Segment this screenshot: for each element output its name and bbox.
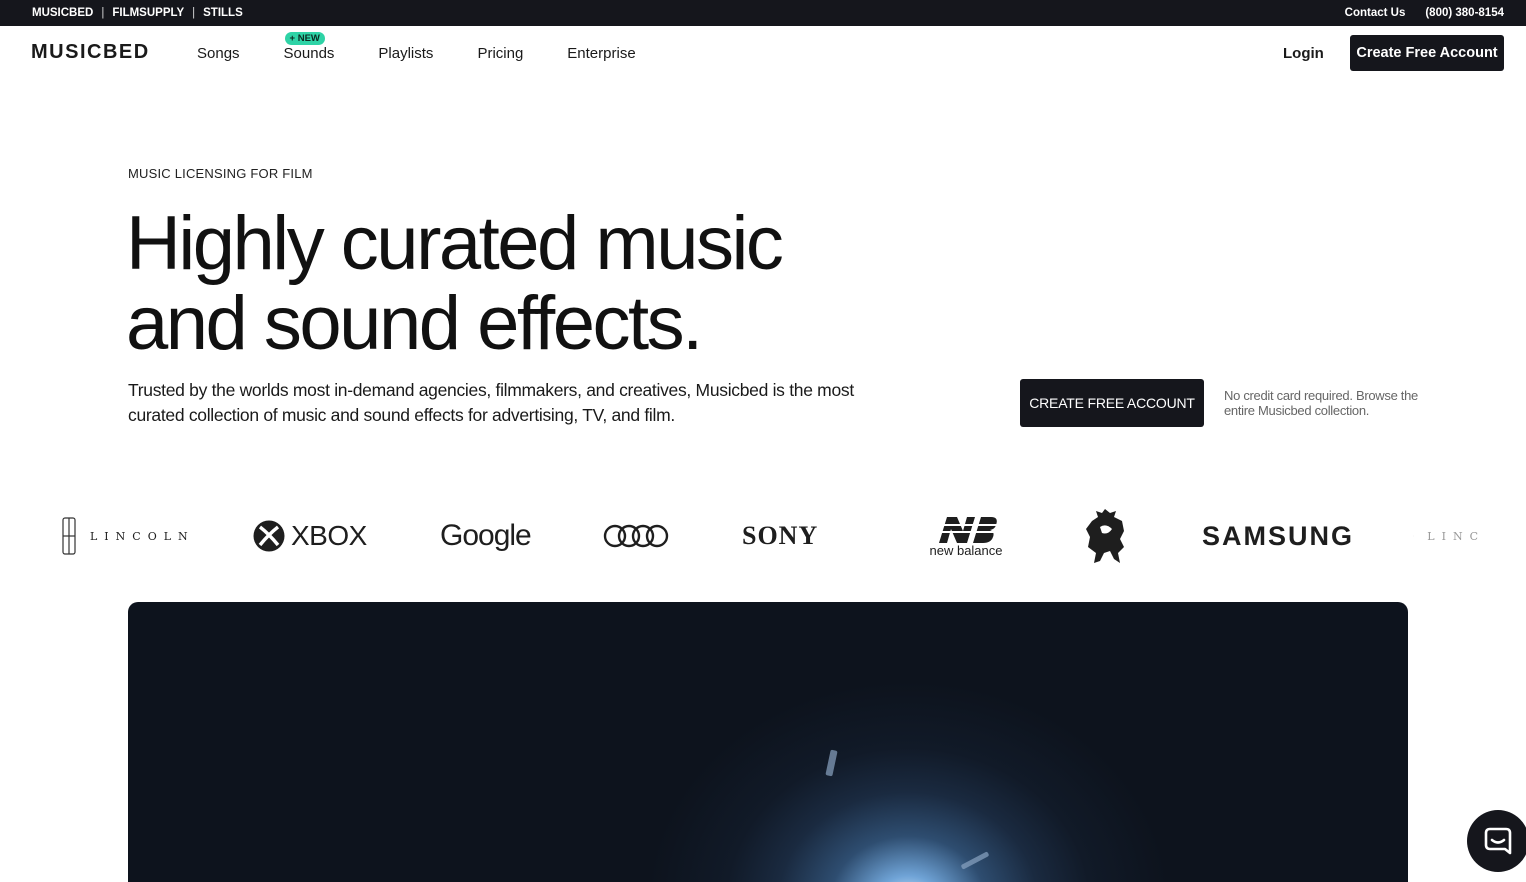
samsung-logo: SAMSUNG: [1202, 500, 1354, 572]
lamborghini-logo: [1080, 500, 1130, 572]
chat-launcher-button[interactable]: [1467, 810, 1526, 872]
hero-subtext: Trusted by the worlds most in-demand age…: [128, 380, 854, 425]
hero-headline: Highly curated music and sound effects.: [126, 204, 1026, 364]
headline-line-2: and sound effects.: [126, 281, 703, 366]
new-balance-wordmark: new balance: [929, 542, 1003, 558]
new-badge: + NEW: [284, 31, 325, 45]
hero-create-account-button[interactable]: CREATE FREE ACCOUNT: [1020, 379, 1204, 427]
chat-bubble-icon: [1484, 827, 1512, 855]
customer-logos: LINCOLN XBOX Google SONY new balance SAM…: [0, 500, 1526, 572]
video-light-streak: [960, 851, 990, 870]
lincoln-wordmark: LINC: [1427, 529, 1485, 543]
phone-link[interactable]: (800) 380-8154: [1425, 7, 1504, 19]
audi-rings-icon: [603, 524, 669, 548]
hero-eyebrow: MUSIC LICENSING FOR FILM: [128, 166, 313, 181]
contact-us-link[interactable]: Contact Us: [1345, 7, 1406, 19]
brand-separator: |: [101, 7, 105, 19]
xbox-sphere-icon: [253, 520, 285, 552]
hero-video[interactable]: [128, 602, 1408, 882]
samsung-wordmark: SAMSUNG: [1202, 520, 1355, 551]
new-balance-logo: new balance: [922, 500, 1010, 572]
lincoln-logo: LINCOLN: [62, 500, 195, 572]
create-free-account-button[interactable]: Create Free Account: [1350, 35, 1504, 71]
audi-logo: [603, 500, 669, 572]
lincoln-logo-repeat: LINC: [1413, 500, 1485, 572]
nav-item-playlists[interactable]: Playlists: [378, 45, 433, 62]
google-logo: Google: [440, 500, 532, 572]
google-wordmark: Google: [440, 519, 532, 552]
login-link[interactable]: Login: [1283, 45, 1324, 62]
nav-item-sounds-label: Sounds: [283, 44, 335, 62]
nav-item-sounds[interactable]: + NEW Sounds: [283, 31, 335, 62]
xbox-logo: XBOX: [253, 500, 367, 572]
brand-link-stills[interactable]: STILLS: [203, 7, 243, 19]
brand-separator: |: [192, 7, 196, 19]
nav-item-songs[interactable]: Songs: [197, 45, 240, 62]
musicbed-logo[interactable]: MUSICBED: [31, 41, 150, 64]
brand-link-filmsupply[interactable]: FILMSUPPLY: [112, 7, 184, 19]
utility-bar: MUSICBED | FILMSUPPLY | STILLS Contact U…: [0, 0, 1526, 26]
nav-links: Songs + NEW Sounds Playlists Pricing Ent…: [197, 26, 680, 80]
sony-wordmark: SONY: [742, 521, 819, 550]
brand-links: MUSICBED | FILMSUPPLY | STILLS: [32, 0, 243, 26]
headline-line-1: Highly curated music: [126, 201, 784, 286]
no-credit-card-note: No credit card required. Browse the enti…: [1224, 388, 1418, 418]
xbox-wordmark: XBOX: [291, 520, 367, 551]
sony-logo: SONY: [742, 500, 818, 572]
nav-item-pricing[interactable]: Pricing: [477, 45, 523, 62]
lamborghini-bull-icon: [1086, 509, 1124, 563]
lincoln-star-icon: [62, 517, 76, 555]
nav-item-enterprise[interactable]: Enterprise: [567, 45, 635, 62]
lincoln-wordmark: LINCOLN: [90, 529, 195, 543]
main-nav: MUSICBED Songs + NEW Sounds Playlists Pr…: [0, 26, 1526, 80]
new-balance-nb-icon: [933, 516, 999, 543]
contact-links: Contact Us (800) 380-8154: [1345, 0, 1504, 26]
brand-link-musicbed[interactable]: MUSICBED: [32, 7, 93, 19]
video-light-streak: [825, 749, 838, 777]
